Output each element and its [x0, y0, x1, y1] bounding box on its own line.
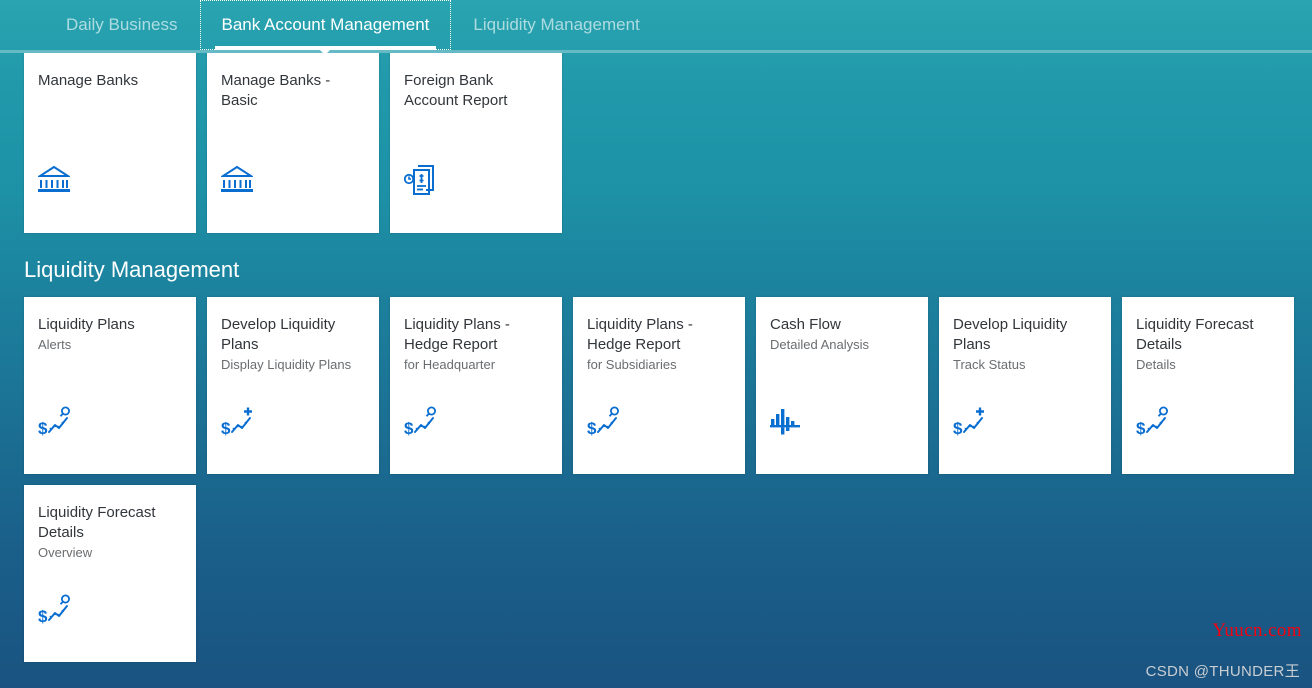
tab-active-arrow-icon	[319, 49, 332, 55]
money-chart-search-icon: $	[38, 594, 180, 628]
tile-grid: Manage Banks Manage Banks - Basic Foreig…	[24, 53, 1312, 244]
tile-subtitle: Details	[1136, 357, 1176, 372]
tile-subtitle: Detailed Analysis	[770, 337, 869, 352]
tile-subtitle: Overview	[38, 545, 93, 560]
money-chart-search-icon: $	[1136, 406, 1278, 440]
bank-icon	[221, 165, 363, 199]
group-title: Liquidity Management	[24, 257, 240, 282]
svg-text:$: $	[587, 419, 597, 437]
tile-cash-flow[interactable]: Cash Flow Detailed Analysis	[756, 297, 928, 474]
money-chart-search-icon: $	[38, 406, 180, 440]
money-chart-search-icon: $	[587, 406, 729, 440]
tile-title: Liquidity Forecast Details	[38, 504, 156, 541]
tab-bank-account-management[interactable]: Bank Account Management	[199, 0, 452, 55]
tile-manage-banks-basic[interactable]: Manage Banks - Basic	[207, 53, 379, 233]
tile-title: Cash Flow	[770, 316, 841, 333]
money-chart-search-icon: $	[404, 406, 546, 440]
money-chart-add-icon: $	[953, 406, 1095, 440]
tile-grid: Liquidity Plans Alerts $ Develop Liquidi…	[24, 297, 1312, 673]
tab-label: Liquidity Management	[473, 15, 640, 34]
svg-text:$: $	[38, 419, 48, 437]
group-bank-account-management: Bank Account Management Manage Banks	[0, 53, 1312, 244]
svg-text:$: $	[953, 419, 963, 437]
tab-daily-business[interactable]: Daily Business	[44, 0, 200, 50]
watermark-red: Yuucn.com	[1212, 620, 1302, 641]
tile-title: Liquidity Plans - Hedge Report	[587, 316, 693, 353]
tile-manage-banks[interactable]: Manage Banks	[24, 53, 196, 233]
tile-develop-liquidity-plans-display[interactable]: Develop Liquidity Plans Display Liquidit…	[207, 297, 379, 474]
tile-subtitle: Alerts	[38, 337, 72, 352]
tile-title: Liquidity Plans - Hedge Report	[404, 316, 510, 353]
svg-text:$: $	[38, 607, 48, 625]
tile-subtitle: Track Status	[953, 357, 1026, 372]
tile-liquidity-plans-hedge-report-headquarter[interactable]: Liquidity Plans - Hedge Report for Headq…	[390, 297, 562, 474]
tile-liquidity-forecast-details-overview[interactable]: Liquidity Forecast Details Overview $	[24, 485, 196, 662]
watermark-grey: CSDN @THUNDER王	[1145, 663, 1300, 680]
tile-liquidity-plans-hedge-report-subsidiaries[interactable]: Liquidity Plans - Hedge Report for Subsi…	[573, 297, 745, 474]
tile-title: Liquidity Plans	[38, 316, 135, 333]
bank-icon	[38, 165, 180, 199]
tile-content-area: Bank Account Management Manage Banks	[0, 53, 1312, 688]
tile-subtitle: for Headquarter	[404, 357, 496, 372]
tile-title: Develop Liquidity Plans	[221, 316, 336, 353]
tile-title: Manage Banks	[38, 72, 139, 89]
tile-foreign-bank-account-report[interactable]: Foreign Bank Account Report	[390, 53, 562, 233]
svg-text:$: $	[221, 419, 231, 437]
bar-chart-icon	[770, 406, 912, 440]
tile-title: Foreign Bank Account Report	[404, 72, 508, 109]
tab-label: Bank Account Management	[221, 15, 430, 34]
group-liquidity-management: Liquidity Management Liquidity Plans Ale…	[0, 257, 1312, 673]
svg-text:$: $	[1136, 419, 1146, 437]
tile-title: Develop Liquidity Plans	[953, 316, 1068, 353]
tile-title: Liquidity Forecast Details	[1136, 316, 1254, 353]
tile-liquidity-forecast-details[interactable]: Liquidity Forecast Details Details $	[1122, 297, 1294, 474]
tile-liquidity-plans-alerts[interactable]: Liquidity Plans Alerts $	[24, 297, 196, 474]
svg-text:$: $	[404, 419, 414, 437]
tab-liquidity-management[interactable]: Liquidity Management	[451, 0, 661, 50]
tile-subtitle: for Subsidiaries	[587, 357, 677, 372]
tile-subtitle: Display Liquidity Plans	[221, 357, 352, 372]
tile-title: Manage Banks - Basic	[221, 72, 331, 109]
document-money-clock-icon	[404, 165, 546, 199]
money-chart-add-icon: $	[221, 406, 363, 440]
tab-label: Daily Business	[66, 15, 178, 34]
tab-bar: Daily Business Bank Account Management L…	[0, 0, 1312, 55]
tile-develop-liquidity-plans-track-status[interactable]: Develop Liquidity Plans Track Status $	[939, 297, 1111, 474]
